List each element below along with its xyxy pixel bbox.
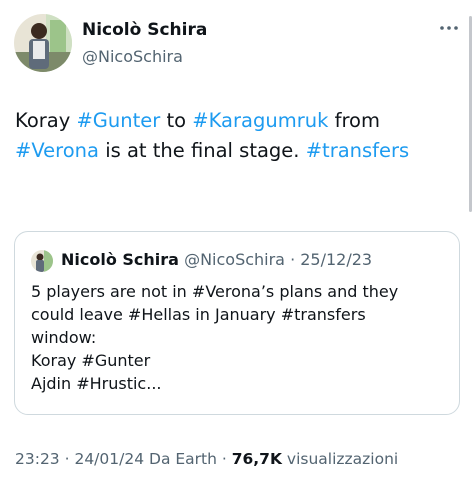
separator-dot: · [216,450,232,468]
tweet-text-segment: is at the final stage. [99,139,306,162]
hashtag-gunter[interactable]: #Gunter [76,109,160,132]
quoted-text: 5 players are not in #Verona’s plans and… [31,280,446,395]
quoted-header: Nicolò Schira @NicoSchira · 25/12/23 [61,250,372,269]
tweet-line-1: Koray #Gunter to #Karagumruk from [15,106,455,136]
quoted-date: 25/12/23 [300,250,373,269]
quoted-author-name: Nicolò Schira [61,250,179,269]
tweet-text-segment: Koray [15,109,77,132]
tweet-line-2: #Verona is at the final stage. #transfer… [15,136,455,166]
quoted-text-line: Koray #Gunter [31,351,151,370]
quoted-tweet[interactable]: Nicolò Schira @NicoSchira · 25/12/23 5 p… [14,231,460,415]
tweet-text-segment: from [328,109,380,132]
author-handle[interactable]: @NicoSchira [82,47,183,66]
hashtag-verona[interactable]: #Verona [15,139,99,162]
tweet-text-segment: to [160,109,193,132]
author-avatar[interactable] [14,14,72,72]
quoted-text-line: could leave #Hellas in January #transfer… [31,305,366,324]
quoted-author-avatar [31,250,53,272]
tweet-text: Koray #Gunter to #Karagumruk from #Veron… [15,106,455,166]
more-horizontal-icon [440,26,458,30]
hashtag-transfers[interactable]: #transfers [306,139,410,162]
quoted-text-line: Ajdin #Hrustic... [31,374,162,393]
tweet-source: Da Earth [144,450,217,468]
more-options-button[interactable] [438,20,460,36]
separator-dot: · [284,250,301,269]
view-count: 76,7K [231,450,282,468]
author-name[interactable]: Nicolò Schira [82,20,207,40]
tweet-metadata: 23:23 · 24/01/24 Da Earth · 76,7K visual… [15,450,398,468]
avatar-photo [14,14,72,72]
avatar-photo [31,250,53,272]
tweet-date[interactable]: 24/01/24 [74,450,144,468]
views-label: visualizzazioni [281,450,399,468]
quoted-author-handle: @NicoSchira [184,250,285,269]
tweet-time[interactable]: 23:23 [15,450,60,468]
quoted-text-line: window: [31,328,97,347]
hashtag-karagumruk[interactable]: #Karagumruk [192,109,328,132]
scrollbar[interactable] [469,16,472,212]
separator-dot: · [59,450,75,468]
quoted-text-line: 5 players are not in #Verona’s plans and… [31,282,399,301]
